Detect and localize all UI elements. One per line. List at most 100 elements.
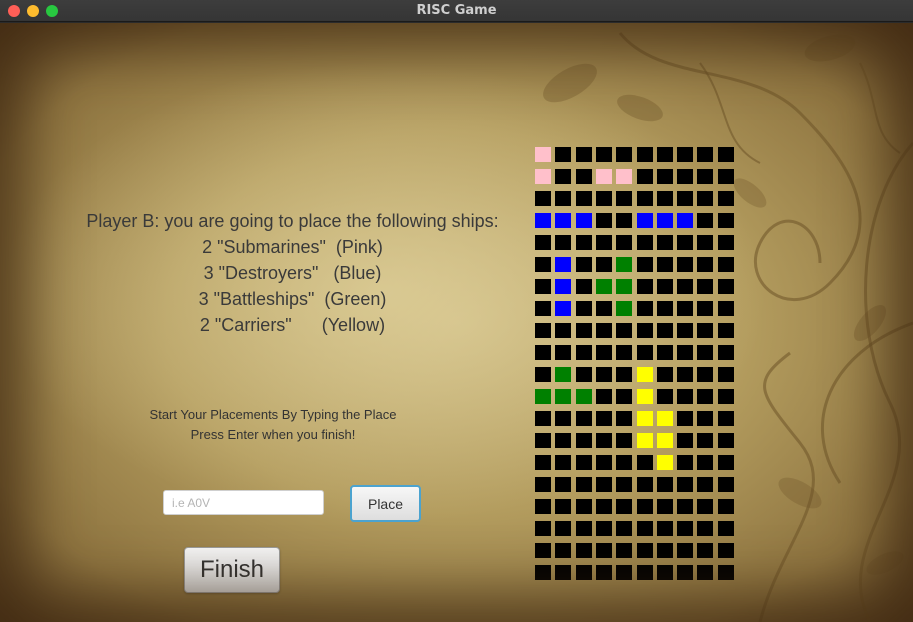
board-cell[interactable] xyxy=(616,169,632,184)
board-cell[interactable] xyxy=(616,345,632,360)
board-cell[interactable] xyxy=(718,301,734,316)
board-cell[interactable] xyxy=(616,191,632,206)
place-button[interactable]: Place xyxy=(350,485,421,522)
board-cell[interactable] xyxy=(616,323,632,338)
board-cell[interactable] xyxy=(637,191,653,206)
board-cell[interactable] xyxy=(535,433,551,448)
board-cell[interactable] xyxy=(697,279,713,294)
board-cell[interactable] xyxy=(718,257,734,272)
board-cell[interactable] xyxy=(535,213,551,228)
board-cell[interactable] xyxy=(596,345,612,360)
board-cell[interactable] xyxy=(677,213,693,228)
board-cell[interactable] xyxy=(657,323,673,338)
board-cell[interactable] xyxy=(637,389,653,404)
board-cell[interactable] xyxy=(637,455,653,470)
board-cell[interactable] xyxy=(555,565,571,580)
board-cell[interactable] xyxy=(535,257,551,272)
board-cell[interactable] xyxy=(637,367,653,382)
board-cell[interactable] xyxy=(576,455,592,470)
board-cell[interactable] xyxy=(637,301,653,316)
board-cell[interactable] xyxy=(596,279,612,294)
board-cell[interactable] xyxy=(657,257,673,272)
board-cell[interactable] xyxy=(535,279,551,294)
board-cell[interactable] xyxy=(718,323,734,338)
board-cell[interactable] xyxy=(535,367,551,382)
board-cell[interactable] xyxy=(535,499,551,514)
board-cell[interactable] xyxy=(697,411,713,426)
board-cell[interactable] xyxy=(535,147,551,162)
board-cell[interactable] xyxy=(535,191,551,206)
board-cell[interactable] xyxy=(677,191,693,206)
board-cell[interactable] xyxy=(697,543,713,558)
board-cell[interactable] xyxy=(637,521,653,536)
board-cell[interactable] xyxy=(555,521,571,536)
board-cell[interactable] xyxy=(677,367,693,382)
board-cell[interactable] xyxy=(555,433,571,448)
board-cell[interactable] xyxy=(535,455,551,470)
board-cell[interactable] xyxy=(555,499,571,514)
board-cell[interactable] xyxy=(718,367,734,382)
board-cell[interactable] xyxy=(677,389,693,404)
board-cell[interactable] xyxy=(657,499,673,514)
board-cell[interactable] xyxy=(576,521,592,536)
board-cell[interactable] xyxy=(555,345,571,360)
board-cell[interactable] xyxy=(637,169,653,184)
board-cell[interactable] xyxy=(596,433,612,448)
board-cell[interactable] xyxy=(576,235,592,250)
board-cell[interactable] xyxy=(697,213,713,228)
board-cell[interactable] xyxy=(616,543,632,558)
board-cell[interactable] xyxy=(535,543,551,558)
board-cell[interactable] xyxy=(718,521,734,536)
board-cell[interactable] xyxy=(697,433,713,448)
board-cell[interactable] xyxy=(535,389,551,404)
board-cell[interactable] xyxy=(718,499,734,514)
ship-placement-board[interactable] xyxy=(535,147,734,582)
board-cell[interactable] xyxy=(697,169,713,184)
board-cell[interactable] xyxy=(718,565,734,580)
board-cell[interactable] xyxy=(697,301,713,316)
board-cell[interactable] xyxy=(718,411,734,426)
board-cell[interactable] xyxy=(596,455,612,470)
board-cell[interactable] xyxy=(718,543,734,558)
board-cell[interactable] xyxy=(677,521,693,536)
board-cell[interactable] xyxy=(555,367,571,382)
board-cell[interactable] xyxy=(657,411,673,426)
board-cell[interactable] xyxy=(535,345,551,360)
board-cell[interactable] xyxy=(576,257,592,272)
board-cell[interactable] xyxy=(718,169,734,184)
board-cell[interactable] xyxy=(657,389,673,404)
board-cell[interactable] xyxy=(596,499,612,514)
board-cell[interactable] xyxy=(657,345,673,360)
board-cell[interactable] xyxy=(677,455,693,470)
board-cell[interactable] xyxy=(677,543,693,558)
board-cell[interactable] xyxy=(637,345,653,360)
board-cell[interactable] xyxy=(637,323,653,338)
board-cell[interactable] xyxy=(657,147,673,162)
board-cell[interactable] xyxy=(596,565,612,580)
board-cell[interactable] xyxy=(576,411,592,426)
board-cell[interactable] xyxy=(576,499,592,514)
board-cell[interactable] xyxy=(697,235,713,250)
finish-button[interactable]: Finish xyxy=(184,547,280,593)
board-cell[interactable] xyxy=(616,477,632,492)
board-cell[interactable] xyxy=(718,279,734,294)
board-cell[interactable] xyxy=(555,543,571,558)
board-cell[interactable] xyxy=(596,235,612,250)
board-cell[interactable] xyxy=(637,499,653,514)
board-cell[interactable] xyxy=(616,389,632,404)
board-cell[interactable] xyxy=(677,323,693,338)
board-cell[interactable] xyxy=(555,477,571,492)
board-cell[interactable] xyxy=(616,411,632,426)
board-cell[interactable] xyxy=(616,433,632,448)
board-cell[interactable] xyxy=(555,411,571,426)
placement-input[interactable] xyxy=(163,490,324,515)
board-cell[interactable] xyxy=(555,257,571,272)
board-cell[interactable] xyxy=(616,455,632,470)
board-cell[interactable] xyxy=(657,191,673,206)
board-cell[interactable] xyxy=(657,213,673,228)
board-cell[interactable] xyxy=(576,433,592,448)
board-cell[interactable] xyxy=(596,477,612,492)
board-cell[interactable] xyxy=(596,389,612,404)
board-cell[interactable] xyxy=(637,235,653,250)
board-cell[interactable] xyxy=(535,411,551,426)
